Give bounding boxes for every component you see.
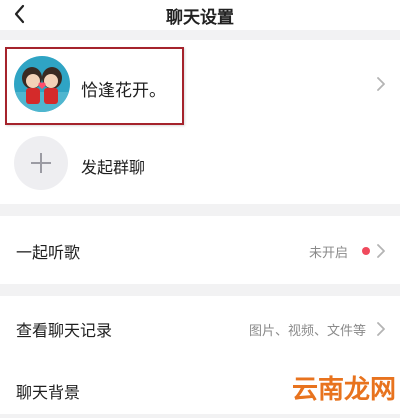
start-group-chat-row[interactable]: 发起群聊 (0, 134, 400, 204)
view-chat-history-row[interactable]: 查看聊天记录 图片、视频、文件等 (0, 298, 400, 358)
add-member-button[interactable] (14, 136, 68, 190)
listen-together-card: 一起听歌 未开启 (0, 216, 400, 284)
top-bar: 聊天设置 (0, 0, 400, 30)
chat-background-label: 聊天背景 (16, 383, 81, 402)
highlight-box (5, 47, 184, 125)
listen-together-label: 一起听歌 (16, 243, 81, 262)
chevron-right-icon (377, 244, 385, 258)
listen-together-status: 未开启 (308, 246, 348, 261)
watermark-logo: 云南龙网 云南龙网 (290, 373, 398, 408)
listen-together-row[interactable]: 一起听歌 未开启 (0, 220, 400, 280)
view-chat-history-hint: 图片、视频、文件等 (248, 324, 366, 339)
view-chat-history-label: 查看聊天记录 (16, 321, 113, 340)
chevron-right-icon (377, 77, 385, 91)
red-dot-badge (362, 247, 370, 255)
plus-icon (31, 153, 51, 173)
chevron-right-icon (377, 322, 385, 336)
start-group-chat-label: 发起群聊 (81, 158, 146, 177)
contact-card: 恰逢花开。 发起群聊 (0, 40, 400, 204)
page-title: 聊天设置 (166, 8, 234, 28)
watermark-text: 云南龙网 (292, 375, 396, 405)
